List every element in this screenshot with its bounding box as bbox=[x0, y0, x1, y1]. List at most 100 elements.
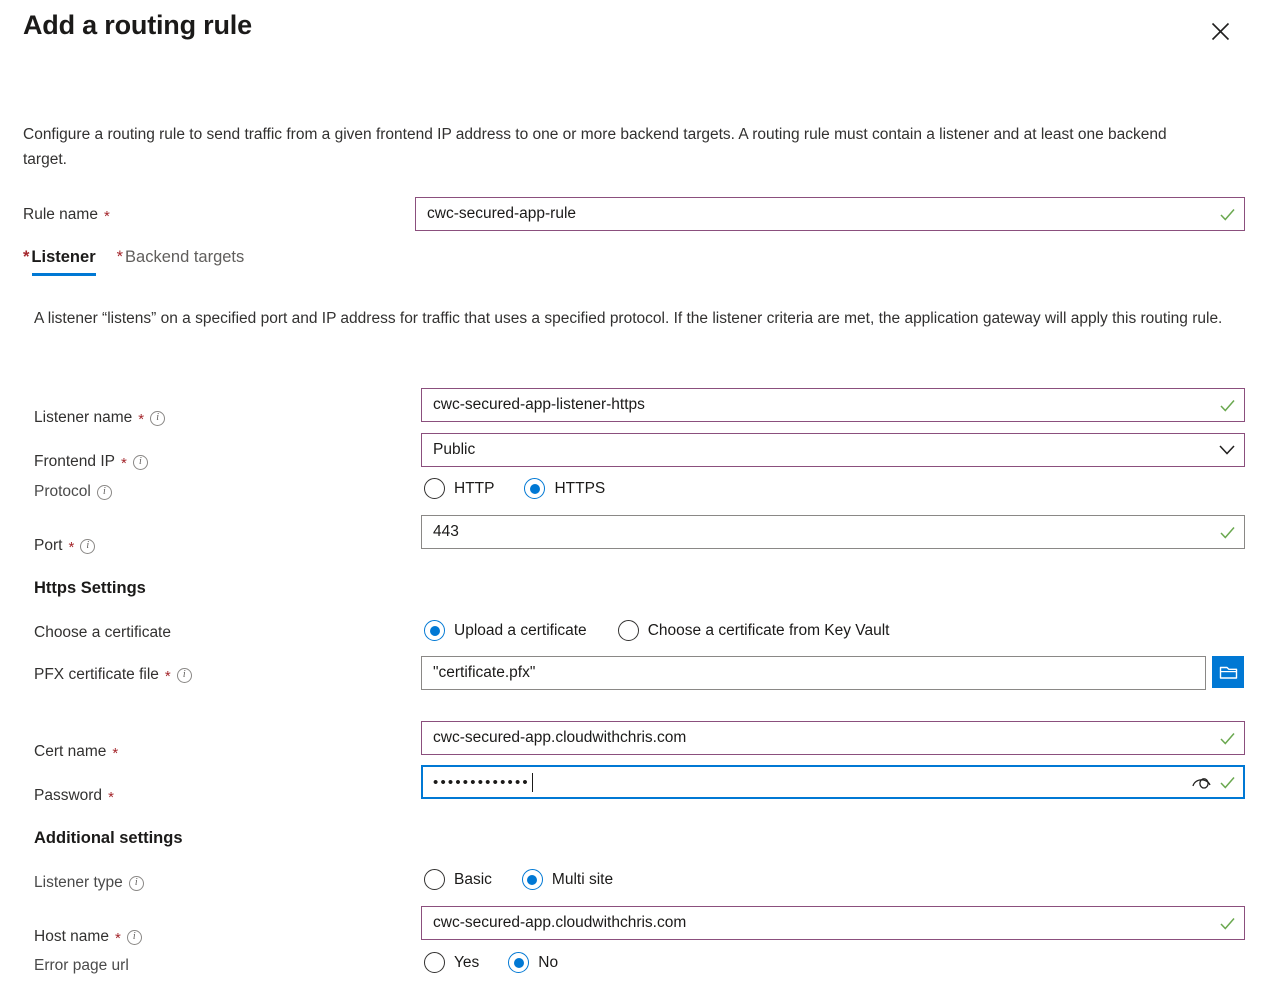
pfx-file-label: PFX certificate file * i bbox=[34, 666, 192, 684]
certificate-option-keyvault-label: Choose a certificate from Key Vault bbox=[647, 621, 890, 639]
pfx-file-value: "certificate.pfx" bbox=[433, 664, 536, 681]
rule-name-required-star: * bbox=[103, 207, 110, 225]
listener-type-option-basic-label: Basic bbox=[454, 870, 492, 888]
valid-check-icon bbox=[1219, 774, 1236, 791]
certificate-option-upload[interactable]: Upload a certificate bbox=[424, 620, 587, 641]
cert-name-label-text: Cert name bbox=[34, 743, 107, 760]
pfx-file-required-star: * bbox=[164, 667, 171, 685]
host-name-input[interactable]: cwc-secured-app.cloudwithchris.com bbox=[421, 906, 1245, 940]
choose-certificate-label-text: Choose a certificate bbox=[34, 624, 171, 641]
tab-listener[interactable]: * Listener bbox=[23, 248, 96, 276]
frontend-ip-value: Public bbox=[433, 441, 476, 458]
error-page-url-label: Error page url bbox=[34, 957, 129, 975]
protocol-radio-group: HTTP HTTPS bbox=[424, 478, 605, 499]
panel-header: Add a routing rule bbox=[0, 0, 1261, 62]
text-caret bbox=[531, 772, 533, 792]
info-icon[interactable]: i bbox=[176, 667, 192, 683]
choose-certificate-label: Choose a certificate bbox=[34, 624, 171, 642]
reveal-password-button[interactable] bbox=[1191, 774, 1213, 790]
protocol-option-https-label: HTTPS bbox=[554, 479, 606, 497]
choose-certificate-radio-group: Upload a certificate Choose a certificat… bbox=[424, 620, 889, 641]
port-input[interactable]: 443 bbox=[421, 515, 1245, 549]
error-page-url-option-yes-label: Yes bbox=[454, 953, 480, 971]
port-value: 443 bbox=[433, 523, 459, 540]
listener-type-option-basic[interactable]: Basic bbox=[424, 869, 492, 890]
listener-type-radio-group: Basic Multi site bbox=[424, 869, 613, 890]
cert-name-required-star: * bbox=[112, 744, 119, 762]
info-icon[interactable]: i bbox=[126, 929, 142, 945]
valid-check-icon bbox=[1219, 524, 1236, 541]
valid-check-icon bbox=[1219, 730, 1236, 747]
listener-type-option-multisite[interactable]: Multi site bbox=[521, 869, 613, 890]
error-page-url-option-no[interactable]: No bbox=[508, 952, 558, 973]
info-icon[interactable]: i bbox=[132, 454, 148, 470]
port-label-text: Port bbox=[34, 537, 63, 554]
password-required-star: * bbox=[108, 788, 114, 806]
cert-name-input[interactable]: cwc-secured-app.cloudwithchris.com bbox=[421, 721, 1245, 755]
tab-backend-targets-star: * bbox=[116, 248, 124, 266]
listener-description: A listener “listens” on a specified port… bbox=[34, 310, 1223, 327]
frontend-ip-required-star: * bbox=[121, 454, 127, 472]
radio-icon-selected bbox=[524, 478, 546, 499]
password-value: ••••••••••••• bbox=[433, 773, 530, 791]
listener-name-input[interactable]: cwc-secured-app-listener-https bbox=[421, 388, 1245, 422]
folder-icon bbox=[1219, 666, 1237, 679]
radio-icon-selected bbox=[508, 952, 530, 973]
eye-icon bbox=[1192, 778, 1211, 789]
pfx-file-input[interactable]: "certificate.pfx" bbox=[421, 656, 1206, 690]
cert-name-label: Cert name * bbox=[34, 743, 118, 761]
password-label: Password * bbox=[34, 787, 114, 805]
https-settings-heading: Https Settings bbox=[34, 579, 146, 597]
protocol-option-http[interactable]: HTTP bbox=[424, 478, 494, 499]
protocol-option-https[interactable]: HTTPS bbox=[524, 478, 605, 499]
error-page-url-radio-group: Yes No bbox=[424, 952, 558, 973]
info-icon[interactable]: i bbox=[80, 538, 96, 554]
info-icon[interactable]: i bbox=[128, 875, 144, 891]
browse-file-button[interactable] bbox=[1212, 656, 1244, 688]
tab-backend-targets[interactable]: * Backend targets bbox=[117, 248, 245, 276]
rule-name-label-text: Rule name bbox=[23, 206, 98, 223]
rule-name-label: Rule name * bbox=[23, 206, 110, 224]
chevron-down-icon bbox=[1218, 444, 1236, 456]
port-label: Port * i bbox=[34, 537, 96, 555]
password-label-text: Password bbox=[34, 787, 103, 804]
frontend-ip-label-text: Frontend IP bbox=[34, 453, 115, 470]
tab-listener-label: Listener bbox=[31, 248, 96, 266]
valid-check-icon bbox=[1219, 206, 1236, 223]
listener-type-label-text: Listener type bbox=[34, 874, 123, 891]
frontend-ip-select[interactable]: Public bbox=[421, 433, 1245, 467]
cert-name-value: cwc-secured-app.cloudwithchris.com bbox=[433, 729, 687, 746]
error-page-url-option-no-label: No bbox=[538, 953, 559, 971]
radio-icon-selected bbox=[424, 620, 445, 641]
radio-icon bbox=[424, 869, 445, 890]
close-icon bbox=[1211, 22, 1229, 40]
error-page-url-option-yes[interactable]: Yes bbox=[424, 952, 479, 973]
password-input[interactable]: ••••••••••••• bbox=[421, 765, 1245, 799]
listener-name-label: Listener name * i bbox=[34, 409, 166, 428]
listener-name-value: cwc-secured-app-listener-https bbox=[433, 396, 645, 413]
certificate-option-keyvault[interactable]: Choose a certificate from Key Vault bbox=[617, 620, 890, 641]
frontend-ip-label: Frontend IP * i bbox=[34, 453, 148, 471]
tab-backend-targets-label: Backend targets bbox=[125, 248, 245, 266]
radio-icon bbox=[424, 478, 445, 499]
additional-settings-heading: Additional settings bbox=[34, 829, 183, 847]
tab-list: * Listener * Backend targets bbox=[23, 248, 244, 276]
certificate-option-upload-label: Upload a certificate bbox=[454, 621, 587, 639]
page-title: Add a routing rule bbox=[23, 10, 252, 40]
info-icon[interactable]: i bbox=[150, 410, 166, 426]
rule-name-input[interactable]: cwc-secured-app-rule bbox=[415, 197, 1245, 231]
info-icon[interactable]: i bbox=[96, 484, 112, 500]
error-page-url-label-text: Error page url bbox=[34, 957, 129, 974]
host-name-label-text: Host name bbox=[34, 928, 109, 945]
pfx-file-label-text: PFX certificate file bbox=[34, 666, 159, 683]
panel-description: Configure a routing rule to send traffic… bbox=[23, 126, 1167, 168]
listener-name-required-star: * bbox=[138, 410, 145, 428]
host-name-required-star: * bbox=[114, 929, 121, 947]
listener-type-label: Listener type i bbox=[34, 874, 144, 892]
valid-check-icon bbox=[1219, 397, 1236, 414]
close-button[interactable] bbox=[1205, 16, 1235, 46]
protocol-option-http-label: HTTP bbox=[454, 479, 495, 497]
radio-icon bbox=[424, 952, 445, 973]
tab-listener-star: * bbox=[23, 248, 30, 266]
host-name-value: cwc-secured-app.cloudwithchris.com bbox=[433, 914, 687, 931]
